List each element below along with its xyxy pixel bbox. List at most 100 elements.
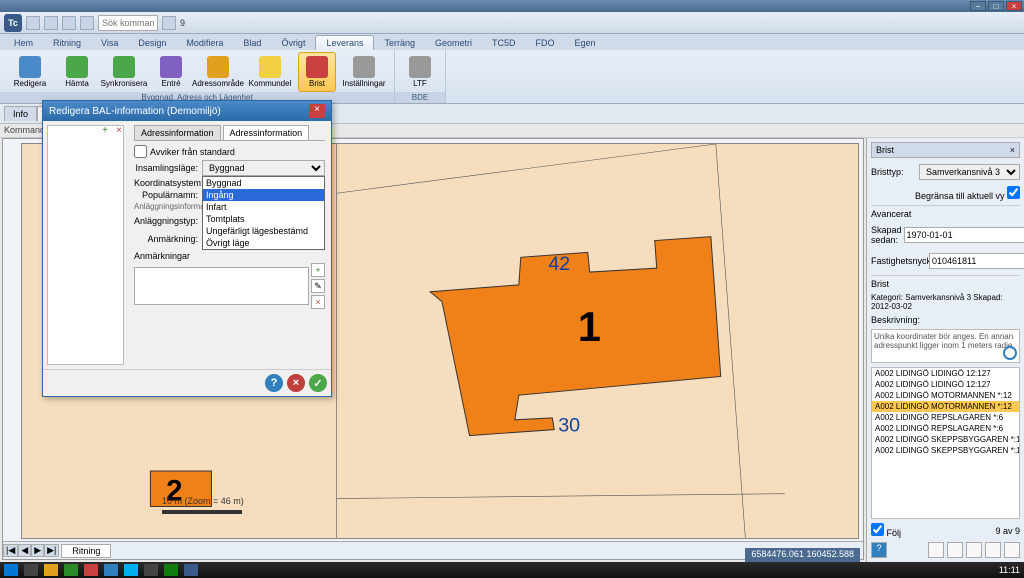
edit-note-icon[interactable]: ✎: [311, 279, 325, 293]
dialog-tree[interactable]: + ×: [47, 125, 124, 365]
brist-list[interactable]: A002 LIDINGÖ LIDINGÖ 12:127 A002 LIDINGÖ…: [871, 367, 1020, 519]
taskbar-icon[interactable]: [64, 564, 78, 576]
close-button[interactable]: ×: [1006, 1, 1022, 11]
action-btn-1[interactable]: [928, 542, 944, 558]
delete-note-icon[interactable]: ×: [311, 295, 325, 309]
taskbar-icon[interactable]: [104, 564, 118, 576]
canvas-tab-ritning[interactable]: Ritning: [61, 544, 111, 558]
ribbon-btn-installningar[interactable]: Inställningar: [340, 52, 388, 92]
command-search-input[interactable]: [98, 15, 158, 31]
action-btn-5[interactable]: [1004, 542, 1020, 558]
qa-redo-icon[interactable]: [62, 16, 76, 30]
page-indicator: 9 av 9: [995, 526, 1020, 536]
list-item[interactable]: A002 LIDINGÖ SKEPPSBYGGAREN *:1: [872, 434, 1019, 445]
info-ring-icon[interactable]: [1003, 346, 1017, 360]
tree-add-icon[interactable]: +: [99, 124, 111, 136]
ribbon-tab-ovrigt[interactable]: Övrigt: [271, 36, 315, 50]
add-note-icon[interactable]: +: [311, 263, 325, 277]
ribbon-tab-tc5d[interactable]: TC5D: [482, 36, 526, 50]
action-btn-2[interactable]: [947, 542, 963, 558]
folj-checkbox[interactable]: [871, 523, 884, 536]
help-button[interactable]: ?: [871, 542, 887, 558]
taskbar-icon[interactable]: [164, 564, 178, 576]
ribbon-tab-modifiera[interactable]: Modifiera: [176, 36, 233, 50]
taskbar-icon[interactable]: [144, 564, 158, 576]
pager-prev[interactable]: ◀: [18, 544, 31, 557]
canvas-footer: |◀ ◀ ▶ ▶| Ritning: [3, 541, 863, 559]
action-btn-3[interactable]: [966, 542, 982, 558]
taskbar-icon[interactable]: [184, 564, 198, 576]
anmarkningar-textarea[interactable]: [134, 267, 309, 305]
form-tab-1[interactable]: Adressinformation: [134, 125, 221, 140]
ribbon-tab-design[interactable]: Design: [128, 36, 176, 50]
list-item[interactable]: A002 LIDINGÖ REPSLAGAREN *:6: [872, 412, 1019, 423]
pager-next[interactable]: ▶: [31, 544, 44, 557]
skapad-date-input[interactable]: [904, 227, 1024, 243]
ribbon-btn-entre[interactable]: Entré: [152, 52, 190, 92]
app-logo[interactable]: Tc: [4, 14, 22, 32]
ribbon-tab-blad[interactable]: Blad: [233, 36, 271, 50]
ribbon-btn-hamta[interactable]: Hämta: [58, 52, 96, 92]
ribbon-tab-visa[interactable]: Visa: [91, 36, 128, 50]
panel-close-icon[interactable]: ×: [1010, 145, 1015, 155]
clock[interactable]: 11:11: [999, 565, 1020, 575]
dd-option[interactable]: Ungefärligt lägesbestämd: [203, 225, 324, 237]
dd-option[interactable]: Byggnad: [203, 177, 324, 189]
ribbon-btn-ltf[interactable]: LTF: [401, 52, 439, 92]
list-item[interactable]: A002 LIDINGÖ REPSLAGAREN *:6: [872, 423, 1019, 434]
qa-print-icon[interactable]: [80, 16, 94, 30]
list-item[interactable]: A002 LIDINGÖ MOTORMANNEN *:12: [872, 390, 1019, 401]
dd-option[interactable]: Ingång: [203, 189, 324, 201]
ribbon-btn-redigera[interactable]: Redigera: [6, 52, 54, 92]
tree-remove-icon[interactable]: ×: [113, 124, 125, 136]
insamlingslage-dropdown-list[interactable]: Byggnad Ingång Infart Tomtplats Ungefärl…: [202, 176, 325, 250]
taskbar-icon[interactable]: [24, 564, 38, 576]
dialog-ok-button[interactable]: ✓: [309, 374, 327, 392]
minimize-button[interactable]: −: [970, 1, 986, 11]
list-item[interactable]: A002 LIDINGÖ SKEPPSBYGGAREN *:1: [872, 445, 1019, 456]
brist-section: Brist: [871, 275, 1020, 289]
taskbar[interactable]: 11:11: [0, 562, 1024, 578]
dialog-title: Redigera BAL-information (Demomiljö): [49, 106, 221, 117]
ribbon-btn-adressomrade[interactable]: Adressområde: [194, 52, 242, 92]
list-item[interactable]: A002 LIDINGÖ LIDINGÖ 12:127: [872, 368, 1019, 379]
dd-option[interactable]: Tomtplats: [203, 213, 324, 225]
pager-first[interactable]: |◀: [3, 544, 18, 557]
taskbar-icon[interactable]: [124, 564, 138, 576]
dd-option[interactable]: Infart: [203, 201, 324, 213]
avviker-checkbox[interactable]: [134, 145, 147, 158]
pager-last[interactable]: ▶|: [44, 544, 59, 557]
doc-tab-info[interactable]: Info: [4, 106, 37, 121]
ribbon-btn-synkronisera[interactable]: Synkronisera: [100, 52, 148, 92]
maximize-button[interactable]: □: [988, 1, 1004, 11]
ribbon-btn-brist[interactable]: Brist: [298, 52, 336, 92]
ribbon-tab-ritning[interactable]: Ritning: [43, 36, 91, 50]
ribbon-btn-kommundel[interactable]: Kommundel: [246, 52, 294, 92]
ribbon-tab-fdo[interactable]: FDO: [526, 36, 565, 50]
ribbon-tab-geometri[interactable]: Geometri: [425, 36, 482, 50]
fastighetsnyckel-input[interactable]: [929, 253, 1024, 269]
qa-search-go-icon[interactable]: [162, 16, 176, 30]
ribbon-tab-terrang[interactable]: Terräng: [374, 36, 425, 50]
start-button[interactable]: [4, 564, 18, 576]
form-tab-2[interactable]: Adressinformation: [223, 125, 310, 140]
taskbar-icon[interactable]: [84, 564, 98, 576]
qa-undo-icon[interactable]: [44, 16, 58, 30]
ribbon-tab-egen[interactable]: Egen: [565, 36, 606, 50]
ribbon-body: Redigera Hämta Synkronisera Entré Adress…: [0, 50, 1024, 104]
dialog-close-button[interactable]: ×: [309, 104, 325, 118]
action-btn-4[interactable]: [985, 542, 1001, 558]
qa-save-icon[interactable]: [26, 16, 40, 30]
ribbon-tab-leverans[interactable]: Leverans: [315, 35, 374, 50]
dialog-help-button[interactable]: ?: [265, 374, 283, 392]
list-item[interactable]: A002 LIDINGÖ LIDINGÖ 12:127: [872, 379, 1019, 390]
ribbon-tab-hem[interactable]: Hem: [4, 36, 43, 50]
dialog-title-bar[interactable]: Redigera BAL-information (Demomiljö) ×: [43, 101, 331, 121]
dd-option[interactable]: Övrigt läge: [203, 237, 324, 249]
limit-checkbox[interactable]: [1007, 186, 1020, 199]
dialog-cancel-button[interactable]: ×: [287, 374, 305, 392]
list-item[interactable]: A002 LIDINGÖ MOTORMANNEN *:12: [872, 401, 1019, 412]
taskbar-icon[interactable]: [44, 564, 58, 576]
bristtyp-select[interactable]: Samverkansnivå 3: [919, 164, 1020, 180]
insamlingslage-select[interactable]: Byggnad: [202, 160, 325, 176]
